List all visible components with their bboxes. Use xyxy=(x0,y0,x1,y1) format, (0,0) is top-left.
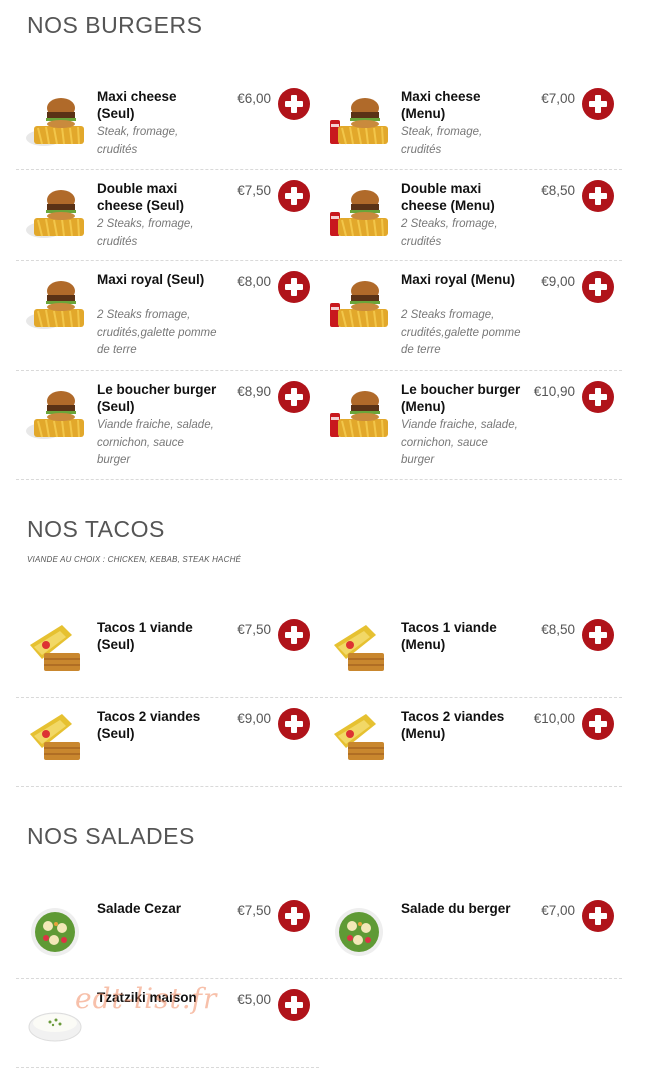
burger-fries-icon xyxy=(24,182,86,242)
item-name: Salade Cezar xyxy=(97,901,182,916)
tacos-icon xyxy=(24,706,86,766)
section-title-salades: NOS SALADES xyxy=(27,823,195,849)
add-to-cart-button[interactable] xyxy=(278,180,310,212)
item-name: Tacos 1 viande (Menu) xyxy=(401,620,497,652)
item-price: €8,50 xyxy=(541,622,575,637)
item-description: Steak, fromage, crudités xyxy=(401,126,483,156)
item-name: Salade du berger xyxy=(401,901,511,916)
item-price: €10,00 xyxy=(533,711,575,726)
item-name: Maxi cheese (Menu) xyxy=(401,89,481,121)
burger-fries-icon xyxy=(24,273,86,333)
add-to-cart-button[interactable] xyxy=(278,88,310,120)
add-to-cart-button[interactable] xyxy=(582,619,614,651)
item-description: 2 Steaks, fromage, crudités xyxy=(97,218,194,248)
salad-icon xyxy=(328,902,390,962)
item-name: Double maxi cheese (Seul) xyxy=(97,181,185,213)
add-to-cart-button[interactable] xyxy=(582,381,614,413)
item-name: Tacos 1 viande (Seul) xyxy=(97,620,193,652)
item-price: €6,00 xyxy=(237,91,271,106)
burger-menu-icon xyxy=(328,90,390,150)
watermark: edt-list.fr xyxy=(75,982,218,1015)
item-price: €7,00 xyxy=(541,903,575,918)
item-price: €10,90 xyxy=(533,384,575,399)
item-description: Viande fraiche, salade, cornichon, sauce… xyxy=(97,419,214,466)
add-to-cart-button[interactable] xyxy=(278,271,310,303)
burger-menu-icon xyxy=(328,383,390,443)
divider xyxy=(16,370,622,371)
item-name: Tacos 2 viandes (Menu) xyxy=(401,709,505,741)
item-description: Viande fraiche, salade, cornichon, sauce… xyxy=(401,419,518,466)
add-to-cart-button[interactable] xyxy=(278,381,310,413)
add-to-cart-button[interactable] xyxy=(278,619,310,651)
item-description: 2 Steaks fromage, crudités,galette pomme… xyxy=(401,309,521,356)
item-name: Le boucher burger (Menu) xyxy=(401,382,521,414)
divider xyxy=(16,479,622,480)
burger-menu-icon xyxy=(328,182,390,242)
add-to-cart-button[interactable] xyxy=(582,271,614,303)
divider xyxy=(16,169,622,170)
divider xyxy=(16,697,622,698)
add-to-cart-button[interactable] xyxy=(278,989,310,1021)
burger-menu-icon xyxy=(328,273,390,333)
item-name: Maxi royal (Seul) xyxy=(97,272,205,287)
item-price: €7,50 xyxy=(237,622,271,637)
item-name: Maxi royal (Menu) xyxy=(401,272,516,287)
section-subtitle-tacos: VIANDE AU CHOIX : CHICKEN, KEBAB, STEAK … xyxy=(27,555,242,564)
item-name: Double maxi cheese (Menu) xyxy=(401,181,495,213)
add-to-cart-button[interactable] xyxy=(582,180,614,212)
tacos-icon xyxy=(328,706,390,766)
burger-fries-icon xyxy=(24,383,86,443)
item-price: €7,50 xyxy=(237,183,271,198)
item-description: Steak, fromage, crudités xyxy=(97,126,179,156)
tacos-icon xyxy=(24,617,86,677)
divider xyxy=(16,978,622,979)
item-description: 2 Steaks fromage, crudités,galette pomme… xyxy=(97,309,217,356)
item-price: €8,90 xyxy=(237,384,271,399)
item-price: €7,00 xyxy=(541,91,575,106)
divider xyxy=(16,260,622,261)
salad-icon xyxy=(24,902,86,962)
item-description: 2 Steaks, fromage, crudités xyxy=(401,218,498,248)
item-price: €5,00 xyxy=(237,992,271,1007)
divider xyxy=(16,786,622,787)
section-title-burgers: NOS BURGERS xyxy=(27,12,203,38)
add-to-cart-button[interactable] xyxy=(582,88,614,120)
item-price: €7,50 xyxy=(237,903,271,918)
add-to-cart-button[interactable] xyxy=(278,708,310,740)
add-to-cart-button[interactable] xyxy=(582,708,614,740)
item-name: Tacos 2 viandes (Seul) xyxy=(97,709,201,741)
item-price: €8,00 xyxy=(237,274,271,289)
item-price: €9,00 xyxy=(541,274,575,289)
section-title-tacos: NOS TACOS xyxy=(27,516,165,542)
item-price: €9,00 xyxy=(237,711,271,726)
item-name: Maxi cheese (Seul) xyxy=(97,89,177,121)
divider xyxy=(16,1067,319,1068)
tacos-icon xyxy=(328,617,390,677)
item-name: Le boucher burger (Seul) xyxy=(97,382,217,414)
item-price: €8,50 xyxy=(541,183,575,198)
add-to-cart-button[interactable] xyxy=(582,900,614,932)
add-to-cart-button[interactable] xyxy=(278,900,310,932)
burger-fries-icon xyxy=(24,90,86,150)
